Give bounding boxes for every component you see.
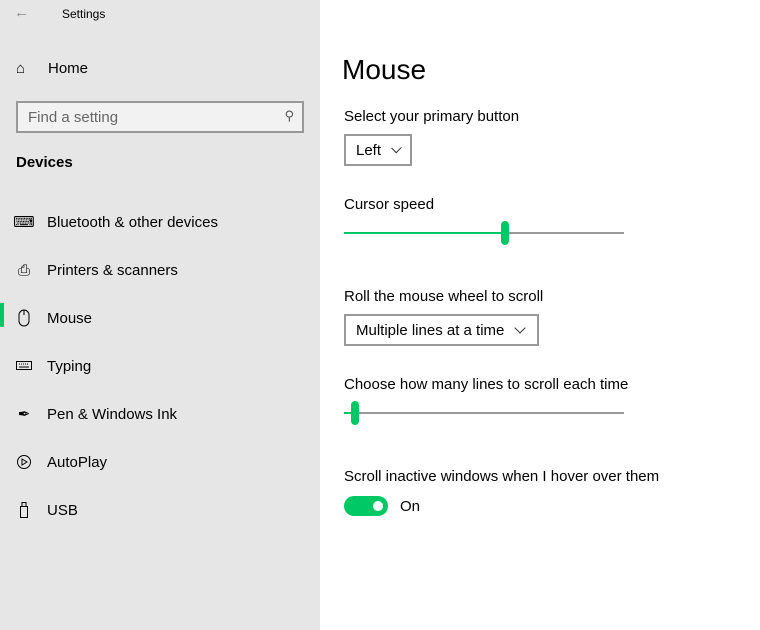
printer-icon: ⎙ [17, 261, 30, 279]
search-placeholder: Find a setting [28, 108, 119, 126]
toggle-state: On [400, 498, 421, 515]
wheel-scroll-label: Roll the mouse wheel to scroll [344, 288, 544, 305]
mouse-icon [16, 309, 32, 327]
pen-icon: ✒ [17, 406, 31, 423]
cursor-speed-slider[interactable] [344, 221, 624, 245]
nav-label: Typing [47, 357, 92, 375]
sidebar-item-pen[interactable]: ✒ Pen & Windows Ink [0, 394, 320, 434]
inactive-scroll-toggle[interactable] [344, 496, 388, 516]
sidebar-item-printers[interactable]: ⎙ Printers & scanners [0, 250, 320, 290]
window-title: Settings [62, 7, 106, 21]
sidebar-item-home[interactable]: ⌂ Home [16, 60, 88, 77]
cursor-speed-label: Cursor speed [344, 196, 435, 213]
sidebar-item-autoplay[interactable]: AutoPlay [0, 442, 320, 482]
main-content: Mouse Select your primary button Left Cu… [320, 0, 760, 630]
chevron-down-icon [391, 142, 402, 153]
nav-label: Mouse [47, 309, 93, 327]
search-icon[interactable]: ⚲ [284, 108, 294, 124]
slider-thumb[interactable] [351, 401, 360, 425]
bluetooth-devices-icon: ⌨ [13, 214, 35, 231]
section-heading: Devices [16, 154, 73, 171]
primary-button-dropdown[interactable]: Left [344, 134, 412, 166]
inactive-scroll-label: Scroll inactive windows when I hover ove… [344, 468, 660, 485]
nav-label: Bluetooth & other devices [47, 213, 218, 231]
back-arrow-icon[interactable]: ← [14, 4, 34, 22]
nav-label: Pen & Windows Ink [47, 405, 178, 423]
dropdown-value: Left [356, 141, 382, 159]
lines-scroll-slider[interactable] [344, 401, 624, 425]
lines-scroll-label: Choose how many lines to scroll each tim… [344, 376, 629, 393]
sidebar-item-usb[interactable]: USB [0, 490, 320, 530]
chevron-down-icon [514, 321, 527, 334]
autoplay-icon [16, 454, 32, 470]
page-title: Mouse [342, 54, 427, 85]
slider-thumb[interactable] [501, 221, 509, 245]
sidebar-item-mouse[interactable]: Mouse [0, 298, 320, 338]
search-input[interactable]: Find a setting ⚲ [16, 101, 304, 133]
nav-label: Printers & scanners [47, 261, 178, 279]
nav-label: AutoPlay [47, 453, 108, 471]
dropdown-value: Multiple lines at a time [356, 321, 505, 339]
sidebar-item-bluetooth[interactable]: ⌨ Bluetooth & other devices [0, 202, 320, 242]
sidebar: ← Settings ⌂ Home Find a setting ⚲ Devic… [0, 0, 320, 630]
primary-button-label: Select your primary button [344, 108, 520, 125]
nav-label: USB [47, 501, 78, 519]
sidebar-item-typing[interactable]: Typing [0, 346, 320, 386]
home-label: Home [48, 60, 89, 77]
home-icon: ⌂ [16, 60, 26, 77]
keyboard-icon [16, 361, 32, 371]
wheel-scroll-dropdown[interactable]: Multiple lines at a time [344, 314, 539, 346]
usb-icon [16, 502, 32, 518]
